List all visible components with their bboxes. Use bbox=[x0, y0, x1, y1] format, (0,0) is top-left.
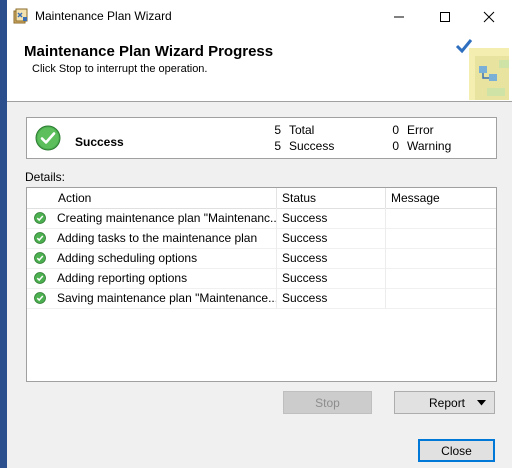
row-action: Creating maintenance plan "Maintenanc... bbox=[53, 208, 277, 228]
table-row[interactable]: Adding scheduling options Success bbox=[27, 248, 496, 269]
details-grid[interactable]: Action Status Message Creating maintenan… bbox=[26, 187, 497, 382]
warning-label: Warning bbox=[407, 139, 452, 153]
grid-header: Action Status Message bbox=[27, 188, 496, 209]
error-label: Error bbox=[407, 123, 434, 137]
dropdown-arrow-icon bbox=[477, 400, 486, 406]
row-action: Adding tasks to the maintenance plan bbox=[53, 228, 277, 248]
summary-status: Success bbox=[75, 135, 124, 149]
row-status: Success bbox=[277, 208, 386, 228]
error-count: 0 bbox=[392, 123, 399, 137]
wizard-header: Maintenance Plan Wizard Progress Click S… bbox=[7, 34, 512, 102]
window-left-edge bbox=[0, 0, 7, 468]
wizard-banner-icon bbox=[455, 39, 509, 100]
row-message bbox=[386, 208, 496, 228]
table-row[interactable]: Saving maintenance plan "Maintenance... … bbox=[27, 288, 496, 309]
warning-count: 0 bbox=[392, 139, 399, 153]
title-bar[interactable]: Maintenance Plan Wizard bbox=[7, 0, 512, 34]
row-message bbox=[386, 228, 496, 248]
warning-stat: 0 Warning bbox=[389, 139, 451, 153]
maximize-icon bbox=[440, 12, 450, 22]
row-status: Success bbox=[277, 228, 386, 248]
success-icon bbox=[34, 232, 46, 244]
row-message bbox=[386, 268, 496, 288]
row-message bbox=[386, 288, 496, 308]
column-header-action[interactable]: Action bbox=[53, 188, 277, 208]
wizard-app-icon bbox=[13, 8, 28, 24]
success-label: Success bbox=[289, 139, 335, 153]
row-action: Adding scheduling options bbox=[53, 248, 277, 268]
minimize-button[interactable] bbox=[376, 0, 422, 34]
total-label: Total bbox=[289, 123, 315, 137]
window-title: Maintenance Plan Wizard bbox=[35, 9, 172, 23]
details-label: Details: bbox=[25, 170, 66, 184]
success-icon bbox=[34, 252, 46, 264]
success-count: 5 bbox=[274, 139, 281, 153]
maximize-button[interactable] bbox=[422, 0, 468, 34]
row-status: Success bbox=[277, 288, 386, 308]
success-icon bbox=[34, 292, 46, 304]
error-stat: 0 Error bbox=[389, 123, 434, 137]
page-title: Maintenance Plan Wizard Progress bbox=[24, 43, 274, 60]
column-header-status[interactable]: Status bbox=[277, 188, 386, 208]
row-status: Success bbox=[277, 248, 386, 268]
success-icon bbox=[34, 212, 46, 224]
page-subtitle: Click Stop to interrupt the operation. bbox=[32, 63, 208, 75]
table-row[interactable]: Adding reporting options Success bbox=[27, 268, 496, 289]
close-icon bbox=[483, 11, 495, 23]
success-icon bbox=[34, 272, 46, 284]
row-status: Success bbox=[277, 268, 386, 288]
close-window-button[interactable] bbox=[466, 0, 512, 34]
row-action: Saving maintenance plan "Maintenance... bbox=[53, 288, 277, 308]
stop-button[interactable]: Stop bbox=[283, 391, 372, 414]
column-header-icon bbox=[27, 188, 53, 208]
summary-panel: Success 5 Total 5 Success 0 Error 0 Warning bbox=[26, 117, 497, 159]
table-row[interactable]: Adding tasks to the maintenance plan Suc… bbox=[27, 228, 496, 249]
report-button[interactable]: Report bbox=[394, 391, 495, 414]
maintenance-plan-wizard-window: Maintenance Plan Wizard Maintenance Plan… bbox=[7, 0, 512, 468]
total-count: 5 bbox=[274, 123, 281, 137]
success-check-icon bbox=[35, 125, 61, 151]
total-stat: 5 Total bbox=[271, 123, 314, 137]
report-button-label: Report bbox=[429, 396, 466, 410]
column-header-message[interactable]: Message bbox=[386, 188, 496, 208]
success-stat: 5 Success bbox=[271, 139, 334, 153]
table-row[interactable]: Creating maintenance plan "Maintenanc...… bbox=[27, 208, 496, 229]
minimize-icon bbox=[394, 16, 404, 18]
row-action: Adding reporting options bbox=[53, 268, 277, 288]
row-message bbox=[386, 248, 496, 268]
close-button[interactable]: Close bbox=[418, 439, 495, 462]
